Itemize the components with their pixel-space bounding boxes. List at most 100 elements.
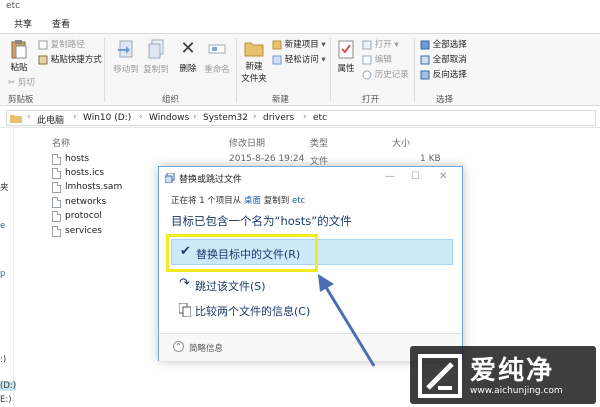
paste-icon [11, 40, 27, 59]
annotation-highlight-box [166, 234, 318, 272]
breadcrumb-this-pc[interactable]: 此电脑 [37, 113, 64, 126]
invert-selection-button[interactable]: 反向选择 [420, 68, 467, 80]
file-row[interactable]: hosts 2015-8-26 19:24 文件 1 KB [50, 153, 600, 167]
breadcrumb-etc[interactable]: etc [313, 113, 327, 123]
move-to-button[interactable]: 移动到 [112, 39, 140, 75]
history-icon [362, 70, 372, 79]
source-link[interactable]: 桌面 [244, 196, 261, 206]
watermark-brand: 爱纯净 [470, 356, 555, 386]
easy-access-icon [272, 55, 282, 64]
paste-button[interactable]: 粘贴 [8, 39, 30, 73]
status-mid: 复制到 [263, 196, 290, 206]
ribbon-tabs: 共享 查看 [0, 14, 600, 34]
select-none-icon [420, 55, 430, 64]
clipboard-group-label: 剪贴板 [8, 95, 34, 105]
maximize-icon[interactable]: ☐ [411, 171, 420, 182]
new-folder-label-line2: 文件夹 [241, 74, 267, 84]
select-group-label: 选择 [436, 95, 454, 105]
ribbon: 粘贴 复制路径 粘贴快捷方式 ✂ 剪切 剪贴板 移动到 复制到 ✕ 删除 重命名… [0, 33, 600, 106]
copy-path-button[interactable]: 复制路径 [38, 38, 85, 50]
file-icon [52, 168, 61, 179]
history-button[interactable]: 历史记录 [362, 68, 409, 80]
file-icon [52, 226, 61, 237]
history-label: 历史记录 [374, 70, 409, 80]
nav-item[interactable]: e [0, 221, 5, 231]
edit-label: 编辑 [374, 55, 392, 65]
file-name: protocol [65, 211, 102, 221]
dropdown-arrow-icon: ▾ [321, 55, 326, 65]
cut-button[interactable]: ✂ 剪切 [8, 76, 35, 88]
select-none-button[interactable]: 全部取消 [420, 53, 467, 65]
breadcrumb-drive[interactable]: Win10 (D:) [83, 113, 131, 123]
delete-button[interactable]: ✕ 删除 [176, 39, 200, 75]
delete-label: 删除 [179, 64, 197, 74]
file-name: hosts [65, 154, 90, 164]
nav-item[interactable]: E:) [0, 395, 12, 405]
rename-button[interactable]: 重命名 [203, 39, 231, 75]
minimize-icon[interactable]: — [385, 171, 395, 182]
destination-link[interactable]: etc [292, 196, 305, 206]
new-item-icon [272, 40, 282, 49]
chevron-right-icon: › [193, 112, 197, 122]
invert-selection-icon [420, 70, 430, 79]
column-header-date[interactable]: 修改日期 [229, 136, 265, 149]
properties-icon [338, 40, 354, 59]
new-group-label: 新建 [272, 95, 290, 105]
file-icon [52, 211, 61, 222]
address-box[interactable]: › 此电脑 › Win10 (D:) › Windows › System32 … [6, 110, 596, 126]
new-folder-label-line1: 新建 [245, 62, 263, 72]
rename-label: 重命名 [204, 65, 230, 75]
dialog-title-bar: 替换或跳过文件 — ☐ ✕ [159, 167, 462, 189]
dropdown-arrow-icon: ▾ [321, 40, 326, 50]
tab-view[interactable]: 查看 [44, 17, 78, 33]
dropdown-arrow-icon: ▾ [394, 40, 399, 50]
select-none-label: 全部取消 [432, 55, 467, 65]
nav-item[interactable]: p [0, 269, 5, 279]
breadcrumb-system32[interactable]: System32 [203, 113, 248, 123]
select-all-icon [420, 40, 430, 49]
new-item-label: 新建项目 [284, 40, 319, 50]
ribbon-divider [104, 38, 105, 102]
file-name: networks [65, 197, 107, 207]
column-header-name[interactable]: 名称 [52, 136, 70, 149]
chevron-right-icon: › [253, 112, 257, 122]
copy-to-button[interactable]: 复制到 [142, 39, 170, 75]
copy-path-icon [38, 40, 48, 49]
nav-item-selected[interactable]: (D:) [0, 381, 17, 391]
chevron-right-icon: › [27, 112, 31, 122]
select-all-button[interactable]: 全部选择 [420, 38, 467, 50]
column-header-type[interactable]: 类型 [310, 136, 328, 149]
open-icon [362, 40, 372, 49]
easy-access-button[interactable]: 轻松访问 ▾ [272, 53, 326, 65]
collapse-chevron-icon[interactable]: ⌃ [173, 341, 184, 352]
open-group-label: 打开 [362, 95, 380, 105]
chevron-right-icon: › [73, 112, 77, 122]
new-folder-button[interactable]: 新建 文件夹 [240, 39, 268, 84]
edit-icon [362, 55, 372, 64]
address-bar: › 此电脑 › Win10 (D:) › Windows › System32 … [0, 108, 600, 128]
watermark-logo-icon [418, 354, 462, 398]
nav-item[interactable]: 夹 [0, 181, 9, 193]
open-button[interactable]: 打开 ▾ [362, 38, 399, 50]
new-folder-icon [244, 42, 264, 57]
edit-button[interactable]: 编辑 [362, 53, 392, 65]
new-item-button[interactable]: 新建项目 ▾ [272, 38, 326, 50]
ribbon-divider [414, 38, 415, 102]
chevron-right-icon: › [303, 112, 307, 122]
ribbon-divider [236, 38, 237, 102]
organize-group-label: 组织 [162, 95, 180, 105]
close-icon[interactable]: ✕ [439, 171, 447, 182]
breadcrumb-drivers[interactable]: drivers [263, 113, 294, 123]
nav-item[interactable]: :) [0, 355, 6, 365]
breadcrumb-windows[interactable]: Windows [149, 113, 189, 123]
window-title: etc [6, 1, 21, 11]
paste-shortcut-button[interactable]: 粘贴快捷方式 [38, 53, 102, 65]
scissors-icon: ✂ [8, 78, 16, 88]
file-name: hosts.ics [65, 168, 105, 178]
properties-button[interactable]: 属性 [336, 39, 356, 74]
column-header-size[interactable]: 大小 [392, 136, 410, 149]
dialog-heading: 目标已包含一个名为“hosts”的文件 [171, 214, 352, 228]
chevron-right-icon: › [139, 112, 143, 122]
tab-share[interactable]: 共享 [6, 17, 40, 33]
fewer-details-link[interactable]: 简略信息 [189, 342, 223, 354]
